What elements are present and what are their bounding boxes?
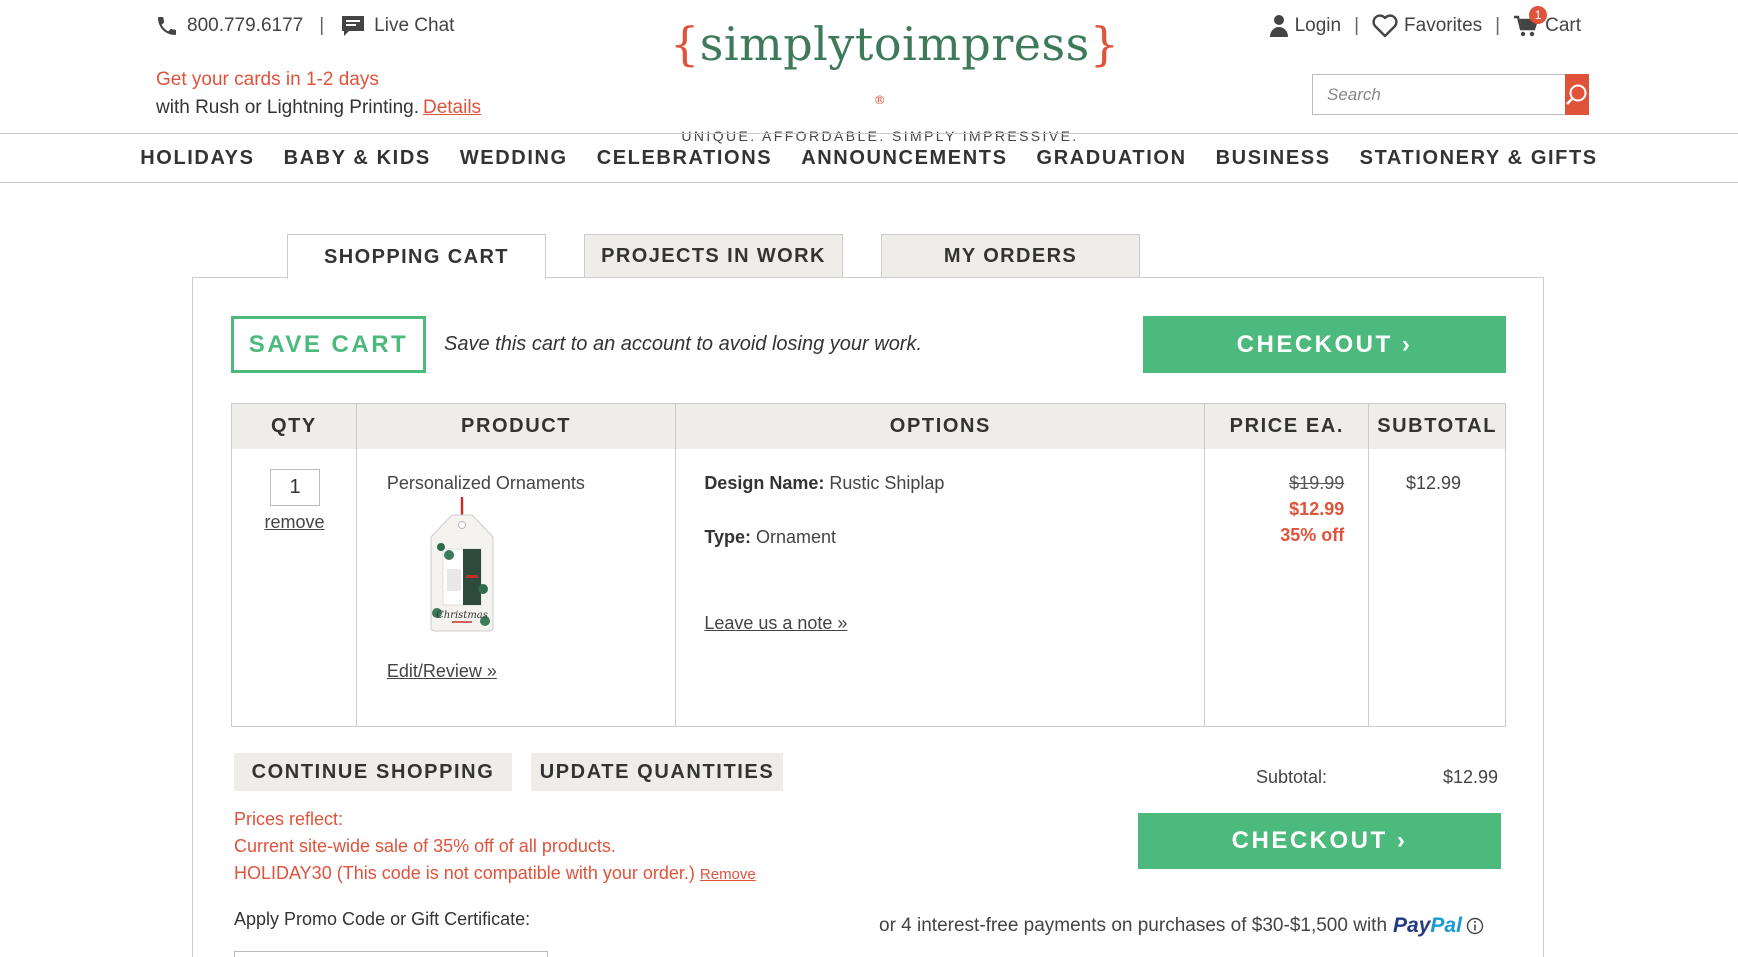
account-bar: Login | Favorites | 1 Cart — [1269, 6, 1581, 38]
live-chat-link[interactable]: Live Chat — [374, 15, 454, 37]
paypal-text: or 4 interest-free payments on purchases… — [879, 915, 1388, 936]
option-type: Type: Ornament — [704, 527, 837, 547]
nav-baby-kids[interactable]: BABY & KIDS — [284, 147, 431, 170]
save-cart-message: Save this cart to an account to avoid lo… — [444, 333, 923, 355]
favorites-link[interactable]: Favorites — [1372, 14, 1482, 38]
table-header: QTY PRODUCT OPTIONS PRICE EA. SUBTOTAL — [232, 404, 1505, 449]
search-input[interactable] — [1312, 74, 1565, 115]
login-link[interactable]: Login — [1269, 14, 1342, 38]
nav-business[interactable]: BUSINESS — [1216, 147, 1331, 170]
site-header: 800.779.6177 | Live Chat Get your cards … — [0, 0, 1738, 144]
tab-projects-in-work[interactable]: PROJECTS IN WORK — [584, 234, 843, 278]
nav-holidays[interactable]: HOLIDAYS — [140, 147, 254, 170]
search-bar — [1312, 74, 1589, 115]
separator: | — [1495, 15, 1501, 36]
sale-note: Current site-wide sale of 35% off of all… — [234, 836, 616, 856]
nav-celebrations[interactable]: CELEBRATIONS — [597, 147, 773, 170]
update-quantities-button[interactable]: UPDATE QUANTITIES — [531, 753, 783, 791]
leave-note-link[interactable]: Leave us a note » — [704, 613, 847, 634]
quantity-input[interactable] — [270, 469, 320, 506]
order-subtotal-label: Subtotal: — [1256, 767, 1328, 787]
original-price: $19.99 — [1289, 473, 1345, 493]
column-header-options: OPTIONS — [676, 404, 1206, 449]
cart-link[interactable]: 1 Cart — [1513, 6, 1581, 38]
prices-reflect-heading: Prices reflect: — [234, 809, 344, 829]
cart-table: QTY PRODUCT OPTIONS PRICE EA. SUBTOTAL r… — [231, 403, 1506, 727]
options-cell: Design Name: Rustic Shiplap Type: Orname… — [676, 449, 1206, 726]
table-row: remove Personalized Ornaments — [232, 449, 1505, 726]
option-design-name: Design Name: Rustic Shiplap — [704, 473, 945, 493]
column-header-subtotal: SUBTOTAL — [1377, 415, 1498, 437]
chat-icon[interactable] — [340, 14, 366, 38]
cart-tabs: SHOPPING CART PROJECTS IN WORK MY ORDERS — [287, 234, 1140, 279]
edit-review-link[interactable]: Edit/Review » — [387, 661, 497, 682]
price-cell: $19.99 $12.99 35% off — [1205, 449, 1370, 726]
rush-promo-body: with Rush or Lightning Printing. — [156, 97, 419, 118]
favorites-label: Favorites — [1404, 15, 1483, 36]
continue-shopping-button[interactable]: CONTINUE SHOPPING — [234, 753, 512, 791]
discount-label: 35% off — [1280, 525, 1345, 545]
subtotal-cell: $12.99 — [1369, 449, 1505, 726]
cart-icon: 1 — [1513, 6, 1548, 38]
main-nav: HOLIDAYS BABY & KIDS WEDDING CELEBRATION… — [0, 133, 1738, 183]
search-icon — [1566, 84, 1587, 105]
paypal-logo: PayPal — [1393, 914, 1462, 937]
details-link[interactable]: Details — [423, 97, 481, 118]
column-header-price: PRICE EA. — [1205, 404, 1370, 449]
heart-icon — [1372, 14, 1398, 38]
login-label: Login — [1294, 15, 1342, 36]
nav-announcements[interactable]: ANNOUNCEMENTS — [801, 147, 1007, 170]
checkout-button-top[interactable]: CHECKOUT › — [1143, 316, 1506, 373]
product-cell: Personalized Ornaments Christmas Edit/Re… — [357, 449, 677, 726]
product-thumbnail[interactable]: Christmas — [425, 497, 499, 642]
order-subtotal-value: $12.99 — [1443, 767, 1499, 787]
nav-stationery-gifts[interactable]: STATIONERY & GIFTS — [1360, 147, 1598, 170]
line-subtotal: $12.99 — [1405, 473, 1462, 493]
remove-code-link[interactable]: Remove — [700, 866, 756, 883]
info-icon[interactable] — [1466, 917, 1484, 935]
svg-text:Christmas: Christmas — [436, 610, 488, 621]
nav-wedding[interactable]: WEDDING — [460, 147, 568, 170]
promo-code-note: HOLIDAY30 (This code is not compatible w… — [234, 863, 756, 883]
promo-code-label: Apply Promo Code or Gift Certificate: — [234, 909, 531, 929]
column-header-product: PRODUCT — [357, 404, 677, 449]
rush-promo-headline: Get your cards in 1-2 days — [156, 69, 379, 90]
site-logo[interactable]: {simplytoimpress}® UNIQUE. AFFORDABLE. S… — [670, 16, 1120, 144]
product-name: Personalized Ornaments — [386, 473, 585, 493]
remove-item-link[interactable]: remove — [232, 512, 357, 533]
rush-promo-text: with Rush or Lightning Printing. Details — [156, 97, 481, 119]
save-cart-button[interactable]: SAVE CART — [231, 316, 426, 373]
sale-price: $12.99 — [1289, 499, 1345, 519]
nav-graduation[interactable]: GRADUATION — [1037, 147, 1187, 170]
price-notes: Prices reflect: Current site-wide sale o… — [234, 806, 756, 888]
checkout-button-bottom[interactable]: CHECKOUT › — [1138, 813, 1501, 869]
phone-icon — [155, 14, 179, 38]
user-icon — [1269, 14, 1289, 38]
search-button[interactable] — [1565, 74, 1589, 115]
separator: | — [319, 15, 325, 36]
tab-my-orders[interactable]: MY ORDERS — [881, 234, 1140, 278]
contact-bar: 800.779.6177 | Live Chat — [155, 14, 454, 38]
separator: | — [1354, 15, 1360, 36]
phone-number[interactable]: 800.779.6177 — [187, 15, 303, 37]
cart-label: Cart — [1545, 15, 1581, 36]
promo-code-input[interactable] — [234, 951, 548, 957]
column-header-qty: QTY — [232, 404, 357, 449]
paypal-financing-note: or 4 interest-free payments on purchases… — [879, 914, 1484, 938]
tab-shopping-cart[interactable]: SHOPPING CART — [287, 234, 546, 279]
qty-cell: remove — [232, 449, 357, 726]
cart-count-badge: 1 — [1529, 6, 1548, 24]
logo-wordmark: {simplytoimpress}® — [670, 17, 1120, 107]
